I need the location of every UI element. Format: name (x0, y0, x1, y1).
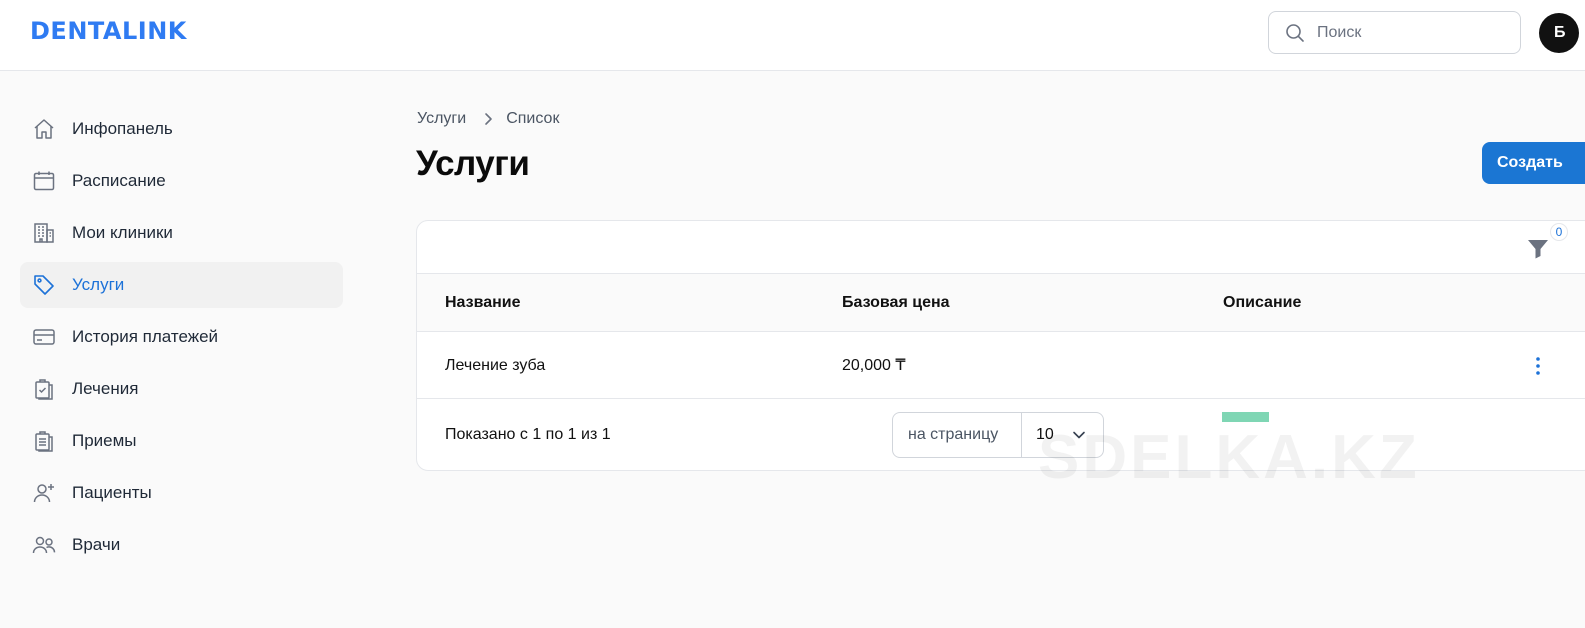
decorative-bar (1222, 412, 1269, 422)
sidebar-item-label: Врачи (72, 535, 121, 554)
sidebar-nav: Инфопанель Расписание Мои клиники Услуги… (20, 106, 343, 574)
column-header-name[interactable]: Название (445, 274, 521, 332)
user-plus-icon (32, 481, 56, 505)
chevron-right-icon (484, 112, 494, 126)
table-row[interactable]: Лечение зуба 20,000 ₸ (417, 332, 1585, 399)
filter-count-badge: 0 (1550, 223, 1568, 241)
filter-icon (1528, 240, 1548, 259)
sidebar-item-label: Мои клиники (72, 223, 173, 242)
search-icon (1286, 24, 1304, 42)
tag-icon (32, 273, 56, 297)
sidebar-item-services[interactable]: Услуги (20, 262, 343, 308)
calendar-icon (32, 169, 56, 193)
column-header-description[interactable]: Описание (1223, 274, 1301, 332)
sidebar-item-label: История платежей (72, 327, 219, 346)
pagination-summary: Показано с 1 по 1 из 1 (445, 426, 611, 443)
user-avatar[interactable]: Б (1539, 13, 1579, 53)
page-title: Услуги (416, 144, 530, 183)
sidebar-item-patients[interactable]: Пациенты (20, 470, 343, 516)
sidebar-item-schedule[interactable]: Расписание (20, 158, 343, 204)
credit-card-icon (32, 325, 56, 349)
more-vertical-icon (1536, 357, 1540, 375)
table-toolbar: 0 (417, 221, 1585, 274)
home-icon (32, 117, 56, 141)
clipboard-list-icon (32, 429, 56, 453)
clipboard-check-icon (32, 377, 56, 401)
sidebar-item-label: Пациенты (72, 483, 152, 502)
top-bar: DENTALINK Б (0, 0, 1585, 71)
sidebar-item-dashboard[interactable]: Инфопанель (20, 106, 343, 152)
search-box[interactable] (1268, 11, 1521, 54)
sidebar-item-treatments[interactable]: Лечения (20, 366, 343, 412)
search-input[interactable] (1317, 12, 1507, 53)
sidebar-item-doctors[interactable]: Врачи (20, 522, 343, 568)
sidebar-item-appointments[interactable]: Приемы (20, 418, 343, 464)
sidebar-item-label: Услуги (72, 275, 125, 294)
app-logo[interactable]: DENTALINK (30, 17, 187, 45)
create-button[interactable]: Создать (1482, 142, 1585, 184)
row-actions-button[interactable] (1527, 354, 1549, 378)
sidebar-item-clinics[interactable]: Мои клиники (20, 210, 343, 256)
sidebar-item-label: Инфопанель (72, 119, 173, 138)
sidebar-item-payment-history[interactable]: История платежей (20, 314, 343, 360)
filter-button[interactable] (1525, 235, 1551, 261)
cell-name: Лечение зуба (445, 357, 546, 374)
watermark: SDELKA.KZ (1038, 423, 1420, 492)
sidebar-item-label: Расписание (72, 171, 166, 190)
table-header: Название Базовая цена Описание (417, 274, 1585, 332)
cell-price: 20,000 ₸ (842, 357, 906, 374)
users-icon (32, 533, 56, 557)
sidebar-item-label: Лечения (72, 379, 139, 398)
breadcrumb-current: Список (506, 110, 560, 127)
building-icon (32, 221, 56, 245)
breadcrumb-root[interactable]: Услуги (417, 110, 466, 128)
per-page-label: на страницу (893, 413, 1022, 457)
breadcrumb: Услуги Список (417, 110, 559, 128)
column-header-price[interactable]: Базовая цена (842, 274, 950, 332)
sidebar-item-label: Приемы (72, 431, 137, 450)
